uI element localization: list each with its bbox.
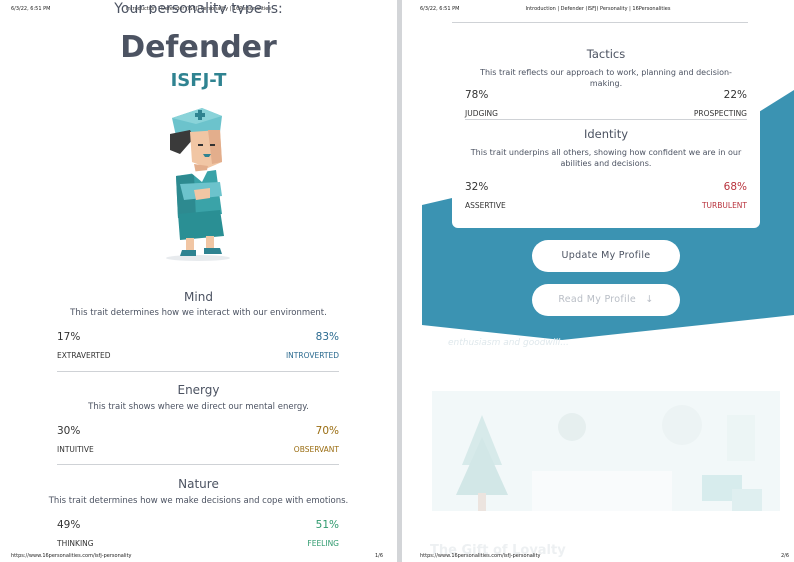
- page-number: 2/6: [781, 553, 790, 559]
- tactics-left-label: JUDGING: [465, 109, 498, 118]
- box: [732, 489, 762, 511]
- identity-left-pct: 32%: [465, 181, 489, 193]
- identity-left-label: ASSERTIVE: [465, 201, 506, 210]
- divider: [465, 119, 747, 120]
- mind-right-pct: 83%: [315, 331, 339, 343]
- trait-desc-nature: This trait determines how we make decisi…: [48, 496, 349, 506]
- print-url[interactable]: https://www.16personalities.com/isfj-per…: [420, 553, 541, 559]
- traits-card: Tactics This trait reflects our approach…: [452, 30, 760, 228]
- mind-left-label: EXTRAVERTED: [57, 351, 111, 360]
- nature-right-label: FEELING: [307, 539, 339, 548]
- read-profile-button[interactable]: Read My Profile ↓: [532, 284, 680, 316]
- tree-trunk: [478, 493, 486, 511]
- person-icon: [662, 405, 702, 445]
- arrow-down-icon: ↓: [645, 294, 654, 305]
- read-profile-label: Read My Profile: [558, 294, 637, 305]
- personality-type-name: Defender: [120, 30, 277, 65]
- eye-left: [198, 144, 203, 146]
- nature-right-pct: 51%: [315, 519, 339, 531]
- defender-illustration: [166, 108, 230, 261]
- hands: [194, 188, 210, 200]
- trait-desc-energy: This trait shows where we direct our men…: [88, 402, 309, 412]
- eye-right: [210, 144, 215, 146]
- identity-right-label: TURBULENT: [701, 201, 747, 210]
- mind-left-pct: 17%: [57, 331, 81, 343]
- personality-type-code: ISFJ-T: [170, 70, 227, 91]
- print-page-2: 6/3/22, 6:51 PM Introduction | Defender …: [402, 0, 794, 562]
- print-page-1: 6/3/22, 6:51 PM Introduction | Defender …: [0, 0, 397, 562]
- shoe-left: [180, 250, 196, 256]
- shoe-right: [204, 248, 222, 254]
- table: [532, 471, 672, 511]
- trait-desc-tactics: This trait reflects our approach to work…: [480, 68, 732, 88]
- trait-title-energy: Energy: [177, 383, 220, 397]
- faded-text: enthusiasm and goodwill...: [448, 338, 569, 348]
- print-url[interactable]: https://www.16personalities.com/isfj-per…: [11, 553, 132, 559]
- energy-right-label: OBSERVANT: [293, 445, 339, 454]
- leg-right: [206, 236, 214, 250]
- mind-right-label: INTROVERTED: [285, 351, 339, 360]
- intro-text: Your personality type is:: [114, 2, 283, 14]
- identity-right-pct: 68%: [723, 181, 747, 193]
- trait-title-mind: Mind: [184, 290, 213, 304]
- trait-title-tactics: Tactics: [586, 47, 626, 61]
- divider: [57, 464, 339, 465]
- cap-cross-h: [195, 113, 205, 117]
- skirt: [178, 210, 224, 240]
- person-icon: [558, 413, 586, 441]
- nature-left-label: THINKING: [57, 539, 94, 548]
- trait-title-nature: Nature: [178, 477, 219, 491]
- tactics-right-pct: 22%: [723, 89, 747, 101]
- trait-desc-mind: This trait determines how we interact wi…: [70, 308, 327, 318]
- page-number: 1/6: [375, 553, 384, 559]
- poster: [727, 415, 755, 461]
- shadow: [166, 255, 230, 261]
- update-profile-button[interactable]: Update My Profile: [532, 240, 680, 272]
- energy-left-pct: 30%: [57, 425, 81, 437]
- nature-left-pct: 49%: [57, 519, 81, 531]
- energy-left-label: INTUITIVE: [57, 445, 94, 454]
- faded-illustration: [432, 391, 780, 511]
- tactics-left-pct: 78%: [465, 89, 489, 101]
- divider: [57, 371, 339, 372]
- trait-desc-identity: This trait underpins all others, showing…: [470, 148, 742, 168]
- energy-right-pct: 70%: [315, 425, 339, 437]
- trait-title-identity: Identity: [583, 127, 629, 141]
- tactics-right-label: PROSPECTING: [693, 109, 747, 118]
- leg-left: [186, 238, 194, 252]
